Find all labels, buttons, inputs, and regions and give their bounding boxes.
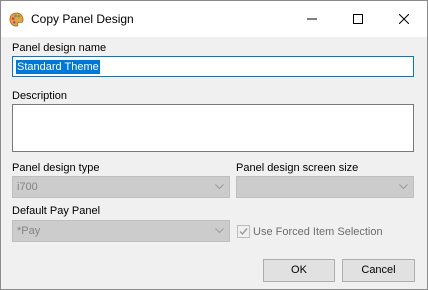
panel-design-type-label: Panel design type (12, 162, 100, 174)
chevron-down-icon (399, 184, 408, 190)
chevron-down-icon (215, 184, 224, 190)
description-field[interactable] (12, 104, 414, 152)
panel-design-screen-size-select[interactable] (236, 176, 414, 198)
default-pay-panel-value: *Pay (17, 225, 41, 237)
close-icon (399, 14, 409, 24)
minimize-icon (307, 18, 317, 20)
default-pay-panel-select[interactable]: *Pay (12, 220, 230, 242)
description-label: Description (12, 90, 68, 102)
use-forced-item-selection-label: Use Forced Item Selection (253, 226, 383, 238)
panel-design-name-label: Panel design name (12, 42, 107, 54)
panel-design-name-value: Standard Theme (16, 60, 100, 74)
title-bar: Copy Panel Design (1, 1, 427, 37)
panel-design-name-field[interactable]: Standard Theme (12, 56, 414, 77)
window-title: Copy Panel Design (31, 12, 134, 26)
minimize-button[interactable] (289, 1, 335, 37)
default-pay-panel-label: Default Pay Panel (12, 205, 101, 217)
checkmark-icon (239, 228, 248, 236)
palette-icon (9, 12, 24, 27)
use-forced-item-selection-checkbox[interactable] (237, 225, 250, 238)
panel-design-type-select[interactable]: i700 (12, 176, 230, 198)
chevron-down-icon (215, 228, 224, 234)
maximize-button[interactable] (335, 1, 381, 37)
copy-panel-design-dialog: Copy Panel Design Panel design name Stan… (0, 0, 428, 290)
panel-design-screen-size-label: Panel design screen size (236, 162, 359, 174)
maximize-icon (353, 14, 363, 24)
panel-design-type-value: i700 (17, 181, 38, 193)
cancel-button[interactable]: Cancel (342, 259, 415, 282)
close-button[interactable] (381, 1, 427, 37)
ok-button[interactable]: OK (263, 259, 335, 282)
